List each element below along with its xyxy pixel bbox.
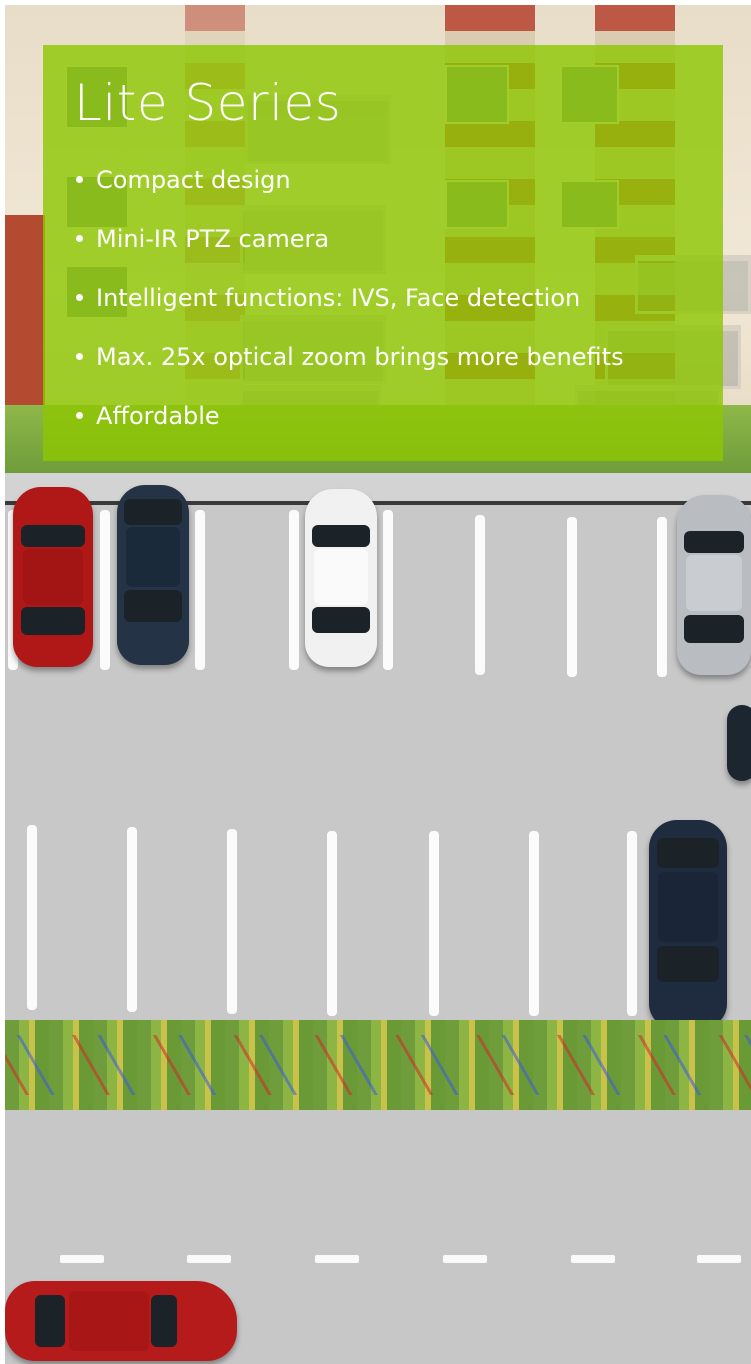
parking-stripe [289, 510, 299, 670]
slide-title: Lite Series [74, 74, 342, 132]
parking-stripe [27, 825, 37, 1010]
feature-item: Intelligent functions: IVS, Face detecti… [74, 268, 624, 327]
parking-stripe [227, 829, 237, 1014]
parking-stripe [127, 827, 137, 1012]
flower-spots [5, 1035, 751, 1095]
lane-dash [697, 1255, 741, 1263]
bullet-icon [76, 412, 83, 419]
parking-stripe [475, 515, 485, 675]
parking-stripe [327, 831, 337, 1016]
feature-text: Affordable [96, 401, 220, 430]
lane-dash [60, 1255, 104, 1263]
lane-dash [315, 1255, 359, 1263]
navy-car [649, 820, 727, 1028]
bullet-icon [76, 235, 83, 242]
feature-text: Compact design [96, 165, 291, 194]
feature-text: Mini-IR PTZ camera [96, 224, 330, 253]
bullet-icon [76, 294, 83, 301]
parking-stripe [529, 831, 539, 1016]
dark-car-edge [727, 705, 751, 781]
lane-dash [443, 1255, 487, 1263]
silver-car [677, 495, 751, 675]
feature-item: Affordable [74, 386, 624, 445]
red-car-bottom [5, 1281, 237, 1361]
parking-stripe [657, 517, 667, 677]
sidewalk [5, 473, 751, 503]
parking-stripe [383, 510, 393, 670]
feature-item: Mini-IR PTZ camera [74, 209, 624, 268]
parking-stripe [100, 510, 110, 670]
lane-dash [571, 1255, 615, 1263]
red-car [13, 487, 93, 667]
feature-list: Compact design Mini-IR PTZ camera Intell… [74, 150, 624, 445]
parking-stripe [429, 831, 439, 1016]
feature-item: Compact design [74, 150, 624, 209]
parking-stripe [627, 831, 637, 1016]
bullet-icon [76, 176, 83, 183]
feature-item: Max. 25x optical zoom brings more benefi… [74, 327, 624, 386]
feature-text: Max. 25x optical zoom brings more benefi… [96, 342, 624, 371]
dark-blue-car [117, 485, 189, 665]
white-car [305, 489, 377, 667]
parking-stripe [567, 517, 577, 677]
parking-stripe [195, 510, 205, 670]
lane-dash [187, 1255, 231, 1263]
feature-text: Intelligent functions: IVS, Face detecti… [96, 283, 581, 312]
bullet-icon [76, 353, 83, 360]
